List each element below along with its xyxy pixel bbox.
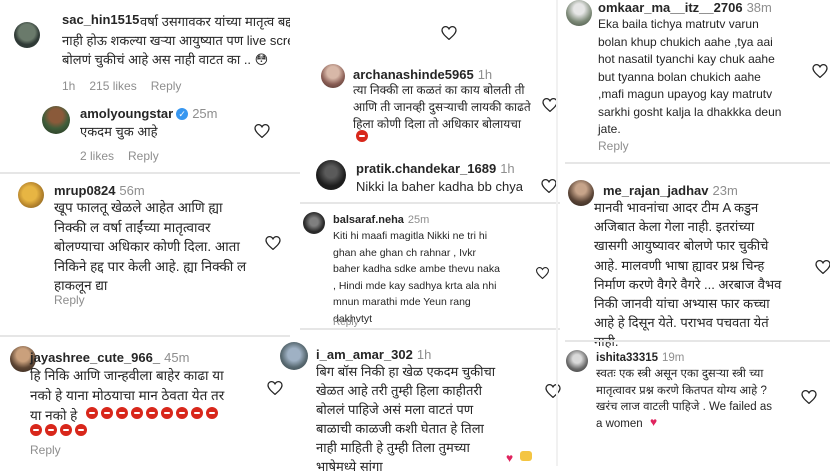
username[interactable]: amolyoungstar bbox=[80, 106, 173, 121]
username[interactable]: mrup0824 bbox=[54, 183, 115, 198]
comment-meta: 1h 215 likes Reply bbox=[62, 79, 182, 93]
angry-emoji-icon bbox=[75, 424, 87, 436]
avatar[interactable] bbox=[303, 212, 325, 234]
username[interactable]: omkaar_ma__itz__2706 bbox=[598, 0, 743, 15]
avatar[interactable] bbox=[566, 350, 588, 372]
avatar[interactable] bbox=[566, 0, 592, 26]
angry-emoji-icon bbox=[45, 424, 57, 436]
red-heart-icon: ♥ bbox=[506, 451, 514, 465]
divider bbox=[0, 335, 290, 337]
angry-emoji-icon bbox=[60, 424, 72, 436]
comment-text: Eka baila tichya matrutv varun bolan khu… bbox=[598, 17, 782, 136]
angry-emoji-icon bbox=[101, 407, 113, 419]
comment-text: त्या निक्की ला कळतं का काय बोलती ती आणि … bbox=[353, 83, 531, 131]
username[interactable]: me_rajan_jadhav bbox=[603, 183, 709, 198]
comment-meta: Reply bbox=[30, 443, 75, 457]
comment-card-sac-hin1515: sac_hin1515 वर्षा उसगावकर यांच्या मातृत्… bbox=[0, 0, 290, 170]
heart-icon[interactable] bbox=[812, 64, 828, 78]
comment-text: मानवी भावनांचा आदर टीम A कडुन अजिबात केल… bbox=[594, 200, 782, 349]
comment-text: एकदम चुक आहे bbox=[80, 124, 158, 139]
heart-icon[interactable] bbox=[267, 381, 283, 395]
reply-button[interactable]: Reply bbox=[30, 443, 61, 457]
heart-icon[interactable] bbox=[536, 267, 549, 279]
comment-meta: Reply bbox=[333, 317, 373, 328]
heart-icon[interactable] bbox=[265, 236, 281, 250]
username[interactable]: jayashree_cute_966_ bbox=[30, 350, 160, 365]
raising-hands-icon bbox=[520, 451, 532, 461]
divider bbox=[565, 162, 830, 164]
avatar[interactable] bbox=[280, 342, 308, 370]
avatar[interactable] bbox=[18, 182, 44, 208]
heart-icon[interactable] bbox=[815, 260, 830, 274]
avatar[interactable] bbox=[568, 180, 594, 206]
angry-emoji-icon bbox=[161, 407, 173, 419]
comment-meta: 2 likes Reply bbox=[80, 149, 173, 163]
divider bbox=[556, 0, 558, 466]
reply-button[interactable]: Reply bbox=[54, 293, 85, 307]
heart-icon[interactable] bbox=[541, 179, 557, 193]
username[interactable]: ishita33315 bbox=[596, 352, 658, 364]
avatar[interactable] bbox=[321, 64, 345, 88]
angry-emoji-icon bbox=[131, 407, 143, 419]
comment-text: वर्षा उसगावकर यांच्या मातृत्व बद्दल बोलल… bbox=[62, 14, 290, 67]
broken-heart-icon: ♥ bbox=[650, 415, 658, 429]
likes-count[interactable]: 215 likes bbox=[89, 79, 136, 93]
likes-count[interactable]: 2 likes bbox=[80, 149, 114, 163]
comment-text: बिग बॉस निकी हा खेळ एकदम चुकीचा खेळत आहे… bbox=[316, 364, 496, 474]
reply-button[interactable]: Reply bbox=[151, 79, 182, 93]
username[interactable]: balsaraf.neha bbox=[333, 214, 404, 226]
heart-icon[interactable] bbox=[801, 390, 817, 404]
avatar[interactable] bbox=[14, 22, 40, 48]
angry-emoji-row bbox=[86, 404, 221, 422]
angry-emoji-row bbox=[30, 421, 90, 439]
divider bbox=[565, 340, 830, 342]
comment-text: Kiti hi maafi magitla Nikki ne tri hi gh… bbox=[333, 230, 500, 325]
reply-button[interactable]: Reply bbox=[128, 149, 159, 163]
heart-icon[interactable] bbox=[441, 26, 457, 40]
comment-text: स्वतः एक स्त्री असून एका दुसऱ्या स्त्री … bbox=[596, 368, 773, 430]
angry-emoji-icon bbox=[191, 407, 203, 419]
divider bbox=[300, 328, 560, 330]
angry-emoji-icon bbox=[86, 407, 98, 419]
divider bbox=[0, 172, 300, 174]
comment-meta: Reply bbox=[54, 293, 99, 307]
heart-icon[interactable] bbox=[545, 384, 561, 398]
divider bbox=[300, 202, 560, 204]
heart-icon[interactable] bbox=[254, 124, 270, 138]
avatar[interactable] bbox=[42, 106, 70, 134]
verified-badge-icon: ✓ bbox=[176, 108, 189, 120]
reply-button[interactable]: Reply bbox=[333, 317, 359, 328]
angry-emoji-icon bbox=[116, 407, 128, 419]
avatar[interactable] bbox=[316, 160, 346, 190]
username[interactable]: archanashinde5965 bbox=[353, 67, 474, 82]
username[interactable]: pratik.chandekar_1689 bbox=[356, 161, 496, 176]
angry-emoji-icon bbox=[206, 407, 218, 419]
angry-emoji-icon bbox=[176, 407, 188, 419]
username[interactable]: i_am_amar_302 bbox=[316, 347, 413, 362]
angry-emoji-icon bbox=[30, 424, 42, 436]
comment-text: Nikki la baher kadha bb chya bbox=[356, 179, 523, 194]
reply-button[interactable]: Reply bbox=[598, 139, 629, 153]
angry-emoji-icon bbox=[146, 407, 158, 419]
angry-emoji-icon bbox=[356, 130, 368, 142]
comment-text: खूप फालतू खेळले आहेत आणि ह्या निक्की ल व… bbox=[54, 200, 247, 293]
comment-meta: Reply bbox=[598, 139, 643, 153]
